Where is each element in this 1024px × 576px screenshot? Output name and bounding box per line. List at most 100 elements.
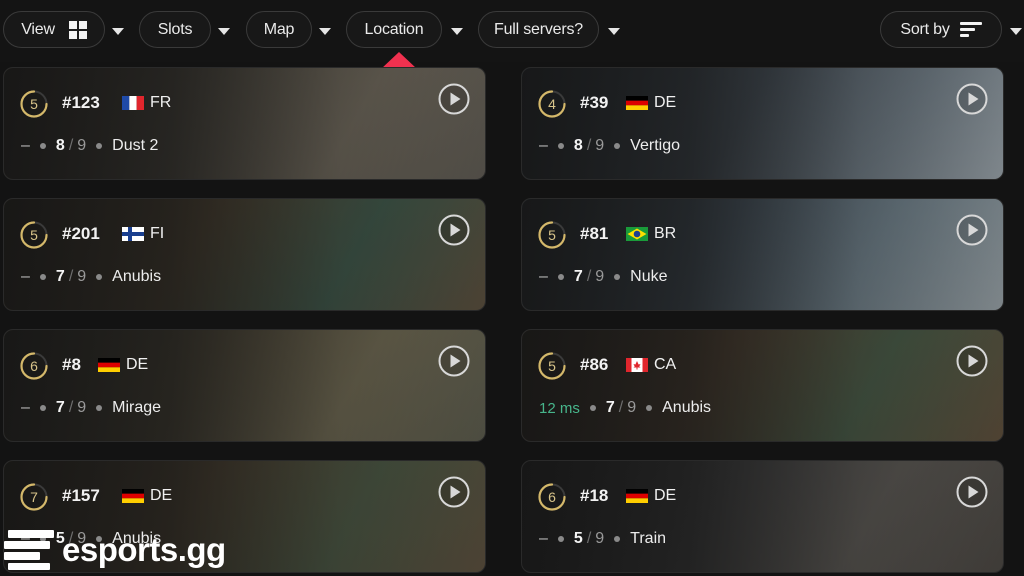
map-filter-button[interactable]: Map [246, 11, 312, 48]
br-flag-icon [626, 227, 648, 241]
map-label: Map [263, 20, 295, 38]
country-code: FI [150, 225, 165, 242]
server-stats: – 8/9 Dust 2 [21, 136, 158, 156]
server-card[interactable]: 4 #39 DE – 8/9 Vertigo [521, 67, 1004, 180]
ping-value: – [21, 399, 30, 416]
level-number: 4 [548, 96, 556, 112]
card-content: 5 #81 BR – 7/9 Nuke [522, 199, 1003, 310]
player-count: 7 [573, 268, 583, 285]
slash-divider: / [586, 268, 592, 285]
play-icon[interactable] [438, 345, 470, 377]
server-id: #81 [580, 224, 609, 243]
level-badge: 6 [19, 351, 49, 381]
sort-by-label: Sort by [900, 20, 950, 38]
max-players: 9 [595, 137, 605, 154]
separator-dot [557, 536, 564, 542]
play-icon[interactable] [956, 345, 988, 377]
server-stats: – 7/9 Nuke [539, 267, 668, 287]
max-players: 9 [77, 268, 87, 285]
ca-flag-icon [626, 358, 648, 372]
country-code: CA [654, 356, 677, 373]
separator-dot [614, 143, 621, 149]
fr-flag-icon [122, 96, 144, 110]
play-icon[interactable] [956, 214, 988, 246]
slots-dropdown-icon[interactable] [218, 28, 230, 35]
player-count: 7 [55, 399, 65, 416]
player-count: 5 [573, 530, 583, 547]
fi-flag-icon [122, 227, 144, 241]
separator-dot [614, 274, 621, 280]
location-label: Location [364, 20, 424, 38]
server-card[interactable]: 5 #201 FI – 7/9 Anubis [3, 198, 486, 311]
map-name: Nuke [630, 268, 668, 285]
country-code: DE [654, 94, 677, 111]
level-badge: 6 [537, 482, 567, 512]
separator-dot [589, 405, 596, 411]
server-stats: – 7/9 Anubis [21, 267, 161, 287]
server-card[interactable]: 6 #8 DE – 7/9 Mirage [3, 329, 486, 442]
map-name: Mirage [112, 399, 162, 416]
location-filter-button[interactable]: Location [346, 11, 442, 48]
sort-lines-icon [959, 21, 982, 38]
server-stats: – 8/9 Vertigo [539, 136, 680, 156]
separator-dot [96, 143, 103, 149]
separator-dot [39, 405, 46, 411]
separator-dot [557, 274, 564, 280]
level-number: 5 [30, 227, 38, 243]
server-card[interactable]: 6 #18 DE – 5/9 Train [521, 460, 1004, 573]
server-id: #201 [62, 224, 100, 243]
location-dropdown-icon[interactable] [451, 28, 463, 35]
slots-filter-button[interactable]: Slots [139, 11, 211, 48]
slash-divider: / [586, 530, 592, 547]
play-icon[interactable] [438, 83, 470, 115]
de-flag-icon [122, 489, 144, 503]
level-number: 6 [548, 489, 556, 505]
play-icon[interactable] [438, 476, 470, 508]
sort-by-dropdown-icon[interactable] [1010, 28, 1022, 35]
server-id: #123 [62, 93, 100, 112]
server-id: #157 [62, 486, 100, 505]
esports-logo-icon [4, 530, 54, 570]
card-content: 6 #18 DE – 5/9 Train [522, 461, 1003, 572]
card-content: 6 #8 DE – 7/9 Mirage [4, 330, 485, 441]
max-players: 9 [627, 399, 637, 416]
ping-value: – [21, 137, 30, 154]
server-stats: – 5/9 Train [539, 529, 666, 549]
separator-dot [646, 405, 653, 411]
play-icon[interactable] [956, 83, 988, 115]
separator-dot [39, 143, 46, 149]
play-icon[interactable] [956, 476, 988, 508]
full-servers-dropdown-icon[interactable] [608, 28, 620, 35]
ping-value: – [21, 268, 30, 285]
server-card[interactable]: 5 #86 CA 12 ms 7/9 Anubis [521, 329, 1004, 442]
sort-by-button[interactable]: Sort by [880, 11, 1002, 48]
separator-dot [614, 536, 621, 542]
slash-divider: / [586, 137, 592, 154]
server-id: #18 [580, 486, 609, 505]
server-id: #86 [580, 355, 609, 374]
max-players: 9 [77, 399, 87, 416]
server-stats: – 7/9 Mirage [21, 398, 161, 418]
slash-divider: / [618, 399, 624, 416]
level-badge: 5 [19, 89, 49, 119]
filter-bar: View Slots Map Location Full servers? So… [0, 0, 1024, 62]
level-badge: 7 [19, 482, 49, 512]
slash-divider: / [68, 268, 74, 285]
map-dropdown-icon[interactable] [319, 28, 331, 35]
level-badge: 5 [537, 351, 567, 381]
country-code: FR [150, 94, 172, 111]
view-dropdown-icon[interactable] [112, 28, 124, 35]
level-badge: 5 [19, 220, 49, 250]
play-icon[interactable] [438, 214, 470, 246]
slots-label: Slots [157, 20, 193, 38]
country-code: DE [126, 356, 149, 373]
full-servers-filter-button[interactable]: Full servers? [478, 11, 599, 48]
separator-dot [557, 143, 564, 149]
player-count: 7 [605, 399, 615, 416]
server-card[interactable]: 5 #81 BR – 7/9 Nuke [521, 198, 1004, 311]
separator-dot [96, 405, 103, 411]
server-card[interactable]: 5 #123 FR – 8/9 Dust 2 [3, 67, 486, 180]
player-count: 8 [573, 137, 583, 154]
view-button[interactable]: View [3, 11, 105, 48]
level-badge: 4 [537, 89, 567, 119]
